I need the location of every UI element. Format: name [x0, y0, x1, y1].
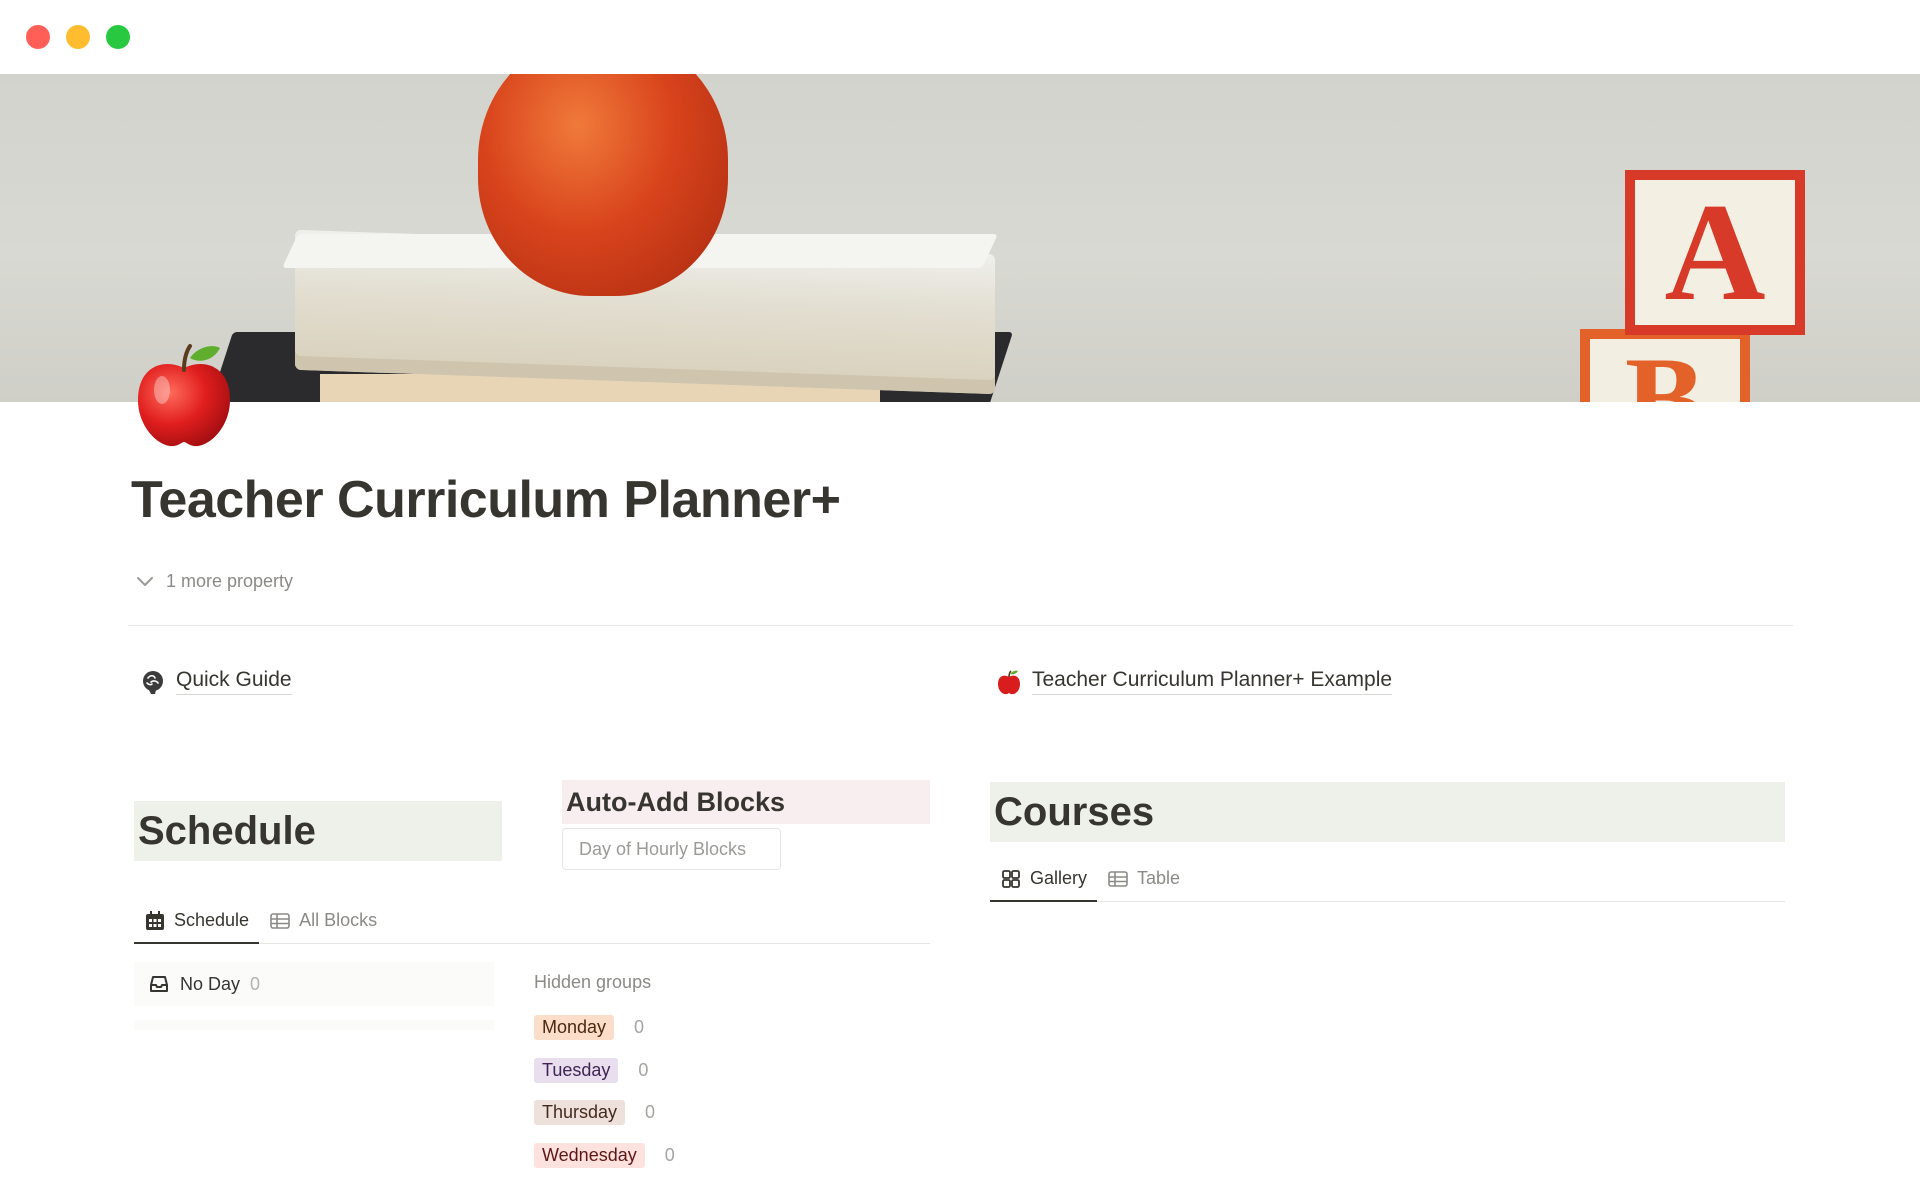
schedule-view-tabs: Schedule All Blocks [134, 898, 930, 944]
more-property-toggle[interactable]: 1 more property [134, 566, 293, 596]
red-apple-icon [998, 669, 1020, 694]
hidden-group-thursday[interactable]: Thursday 0 [534, 1100, 655, 1125]
no-day-column-footer [134, 1020, 494, 1030]
group-count: 0 [634, 1017, 645, 1037]
tab-all-blocks-label: All Blocks [299, 910, 378, 930]
page-title[interactable]: Teacher Curriculum Planner+ [131, 470, 841, 530]
more-property-label: 1 more property [166, 570, 294, 591]
inbox-icon [150, 976, 168, 992]
day-tag: Thursday [534, 1100, 626, 1125]
hidden-group-wednesday[interactable]: Wednesday 0 [534, 1143, 675, 1168]
tab-schedule-label: Schedule [174, 910, 250, 930]
divider [128, 625, 1793, 626]
window-titlebar [0, 0, 1920, 74]
tab-all-blocks[interactable]: All Blocks [259, 898, 387, 943]
brain-icon [143, 670, 163, 694]
day-tag: Monday [534, 1015, 615, 1040]
quick-guide-link[interactable]: Quick Guide [140, 668, 292, 695]
auto-add-heading[interactable]: Auto-Add Blocks [562, 780, 930, 824]
table-icon [1108, 870, 1128, 887]
example-page-label: Teacher Curriculum Planner+ Example [1032, 668, 1393, 695]
no-day-group[interactable]: No Day 0 [134, 962, 494, 1006]
tab-table[interactable]: Table [1097, 856, 1190, 901]
group-count: 0 [638, 1060, 649, 1080]
page-icon-apple[interactable] [134, 340, 234, 450]
hidden-group-monday[interactable]: Monday 0 [534, 1015, 644, 1040]
cover-block-b: B [1580, 329, 1750, 402]
courses-heading[interactable]: Courses [990, 782, 1785, 842]
cover-image[interactable]: B A [0, 74, 1920, 402]
red-apple-icon [138, 344, 230, 447]
day-tag: Wednesday [534, 1143, 645, 1168]
day-of-hourly-blocks-button[interactable]: Day of Hourly Blocks [562, 828, 781, 870]
example-page-link[interactable]: Teacher Curriculum Planner+ Example [996, 668, 1393, 695]
cover-block-a: A [1625, 170, 1805, 335]
close-window-button[interactable] [26, 25, 50, 49]
courses-view-tabs: Gallery Table [990, 856, 1785, 902]
calendar-icon [146, 910, 164, 930]
group-count: 0 [645, 1102, 656, 1122]
tab-gallery-label: Gallery [1030, 868, 1088, 888]
tab-table-label: Table [1137, 868, 1181, 888]
schedule-heading[interactable]: Schedule [134, 801, 502, 861]
minimize-window-button[interactable] [66, 25, 90, 49]
table-icon [270, 912, 290, 929]
hidden-groups-label: Hidden groups [534, 972, 652, 992]
no-day-count: 0 [250, 973, 261, 994]
tab-schedule[interactable]: Schedule [134, 898, 260, 944]
quick-guide-label: Quick Guide [176, 668, 292, 695]
tab-gallery[interactable]: Gallery [990, 856, 1098, 902]
day-tag: Tuesday [534, 1058, 619, 1083]
maximize-window-button[interactable] [106, 25, 130, 49]
group-count: 0 [664, 1145, 675, 1165]
cover-apple [478, 74, 728, 296]
no-day-label: No Day [180, 973, 241, 994]
chevron-down-icon [137, 577, 153, 586]
hidden-group-tuesday[interactable]: Tuesday 0 [534, 1058, 648, 1083]
gallery-icon [1002, 869, 1020, 888]
